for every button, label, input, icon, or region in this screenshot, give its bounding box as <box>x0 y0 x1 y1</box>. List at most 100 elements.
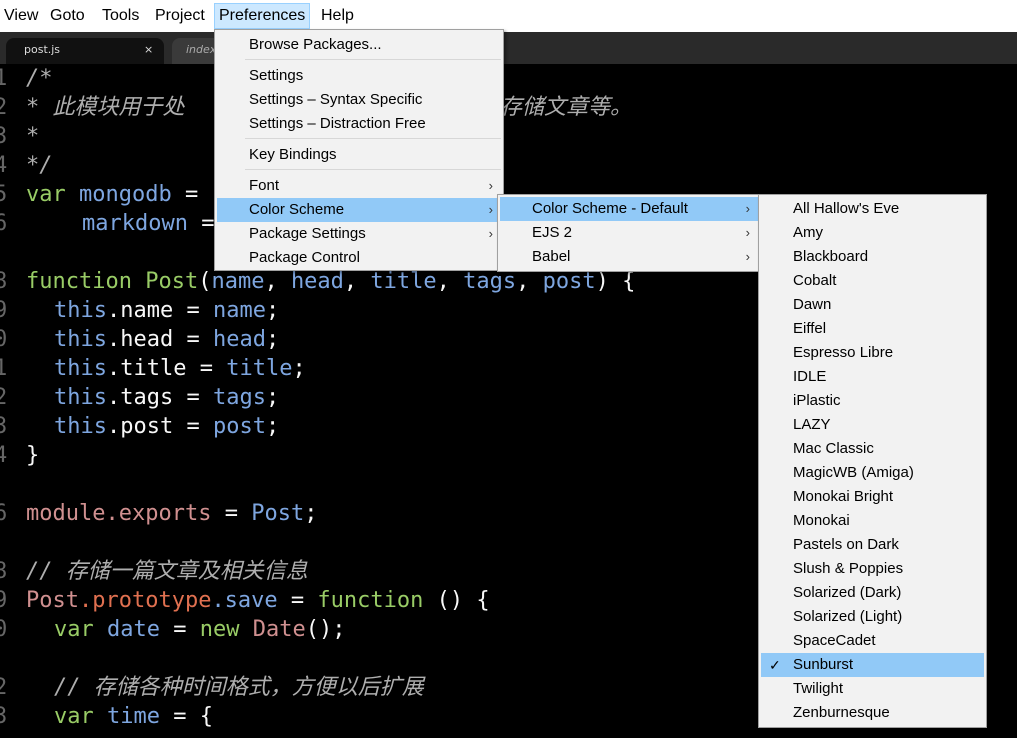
line-number: 4 <box>0 153 8 178</box>
preferences-menu: Browse Packages... Settings Settings – S… <box>214 29 504 271</box>
scheme-item[interactable]: Monokai <box>761 509 984 533</box>
param: title <box>370 269 437 294</box>
scheme-item[interactable]: Monokai Bright <box>761 485 984 509</box>
line-number: 3 <box>0 414 8 439</box>
menu-bar: View Goto Tools Project Preferences Help <box>0 0 1017 32</box>
operator: = <box>171 182 199 207</box>
param: post <box>542 269 596 294</box>
scheme-item[interactable]: Eiffel <box>761 317 984 341</box>
tab-close-icon[interactable]: × <box>144 43 153 56</box>
menu-goto[interactable]: Goto <box>46 4 89 28</box>
menu-item-font[interactable]: Font › <box>217 174 501 198</box>
submenu-item-color-scheme-default[interactable]: Color Scheme - Default › <box>500 197 758 221</box>
scheme-item[interactable]: All Hallow's Eve <box>761 197 984 221</box>
menu-item-label: EJS 2 <box>532 224 573 241</box>
menu-separator <box>245 138 501 139</box>
punct: } <box>26 443 40 468</box>
line-number: 9 <box>0 588 8 613</box>
punct: ; <box>292 356 306 381</box>
scheme-item[interactable]: IDLE <box>761 365 984 389</box>
property: .exports <box>105 501 212 526</box>
function-name: Post <box>145 269 199 294</box>
keyword: function <box>26 269 132 294</box>
property: .prototype <box>78 588 212 613</box>
menu-tools[interactable]: Tools <box>98 4 143 28</box>
menu-item-settings-syntax[interactable]: Settings – Syntax Specific <box>217 88 501 112</box>
line-number: 3 <box>0 704 8 729</box>
line-number: 2 <box>0 675 8 700</box>
line-number: 1 <box>0 66 8 91</box>
line-number: 2 <box>0 95 8 120</box>
punct: ; <box>265 298 280 323</box>
code-line: var date = new Date(); <box>54 615 345 644</box>
comment: */ <box>26 153 53 178</box>
comment: * <box>26 124 40 149</box>
code-line: // 存储一篇文章及相关信息 <box>26 557 308 586</box>
scheme-item[interactable]: Espresso Libre <box>761 341 984 365</box>
module-keyword: module <box>26 501 106 526</box>
scheme-item[interactable]: Solarized (Dark) <box>761 581 984 605</box>
punct: (); <box>305 617 346 642</box>
property: .post <box>106 414 174 439</box>
scheme-item[interactable]: MagicWB (Amiga) <box>761 461 984 485</box>
comment: * 此模块用于处 <box>26 95 185 120</box>
menu-preferences[interactable]: Preferences <box>214 3 311 29</box>
param: tags <box>212 385 266 410</box>
line-number: 0 <box>0 327 8 352</box>
scheme-item[interactable]: iPlastic <box>761 389 984 413</box>
submenu-item-ejs2[interactable]: EJS 2 › <box>500 221 758 245</box>
menu-item-package-settings[interactable]: Package Settings › <box>217 222 501 246</box>
menu-item-label: Sunburst <box>793 656 854 673</box>
scheme-item[interactable]: Dawn <box>761 293 984 317</box>
menu-item-key-bindings[interactable]: Key Bindings <box>217 143 501 167</box>
scheme-item[interactable]: Mac Classic <box>761 437 984 461</box>
menu-view[interactable]: View <box>0 4 42 28</box>
scheme-item-sunburst[interactable]: ✓ Sunburst <box>761 653 984 677</box>
operator: = <box>173 414 213 439</box>
menu-help[interactable]: Help <box>317 4 358 28</box>
scheme-item[interactable]: Twilight <box>761 677 984 701</box>
code-line: var mongodb = <box>26 180 198 209</box>
code-line: Post.prototype.save = function () { <box>26 586 490 615</box>
keyword: new <box>199 617 240 642</box>
scheme-item[interactable]: Amy <box>761 221 984 245</box>
tab-label: post.js <box>24 43 61 56</box>
scheme-item[interactable]: Solarized (Light) <box>761 605 984 629</box>
menu-item-settings[interactable]: Settings <box>217 64 501 88</box>
param: name <box>212 298 266 323</box>
scheme-item[interactable]: LAZY <box>761 413 984 437</box>
chevron-right-icon: › <box>745 225 750 240</box>
param: name <box>211 269 265 294</box>
scheme-item[interactable]: Slush & Poppies <box>761 557 984 581</box>
menu-item-browse-packages[interactable]: Browse Packages... <box>217 33 501 57</box>
scheme-item[interactable]: Zenburnesque <box>761 701 984 725</box>
keyword: function <box>317 588 424 613</box>
menu-item-color-scheme[interactable]: Color Scheme › <box>217 198 501 222</box>
property: .tags <box>106 385 174 410</box>
code-line: this.post = post; <box>54 412 279 441</box>
scheme-item[interactable]: Blackboard <box>761 245 984 269</box>
scheme-item[interactable]: Pastels on Dark <box>761 533 984 557</box>
menu-item-settings-distraction-free[interactable]: Settings – Distraction Free <box>217 112 501 136</box>
menu-item-package-control[interactable]: Package Control <box>217 246 501 270</box>
punct: ; <box>265 414 280 439</box>
line-number: 6 <box>0 501 8 526</box>
operator: = <box>186 356 227 381</box>
tab-post-js[interactable]: post.js × <box>6 38 164 64</box>
scheme-item[interactable]: Cobalt <box>761 269 984 293</box>
variable: Post <box>251 501 305 526</box>
check-icon: ✓ <box>769 657 781 673</box>
line-number: 2 <box>0 385 8 410</box>
punct: , <box>436 269 464 294</box>
submenu-item-babel[interactable]: Babel › <box>500 245 758 269</box>
keyword: var <box>26 182 66 207</box>
scheme-item[interactable]: SpaceCadet <box>761 629 984 653</box>
menu-project[interactable]: Project <box>151 4 209 28</box>
operator: = <box>187 211 215 236</box>
line-number: 1 <box>0 356 8 381</box>
punct: ; <box>265 385 280 410</box>
line-number: 6 <box>0 211 8 236</box>
punct: ; <box>265 327 280 352</box>
line-number: 8 <box>0 269 8 294</box>
variable: mongodb <box>79 182 172 207</box>
